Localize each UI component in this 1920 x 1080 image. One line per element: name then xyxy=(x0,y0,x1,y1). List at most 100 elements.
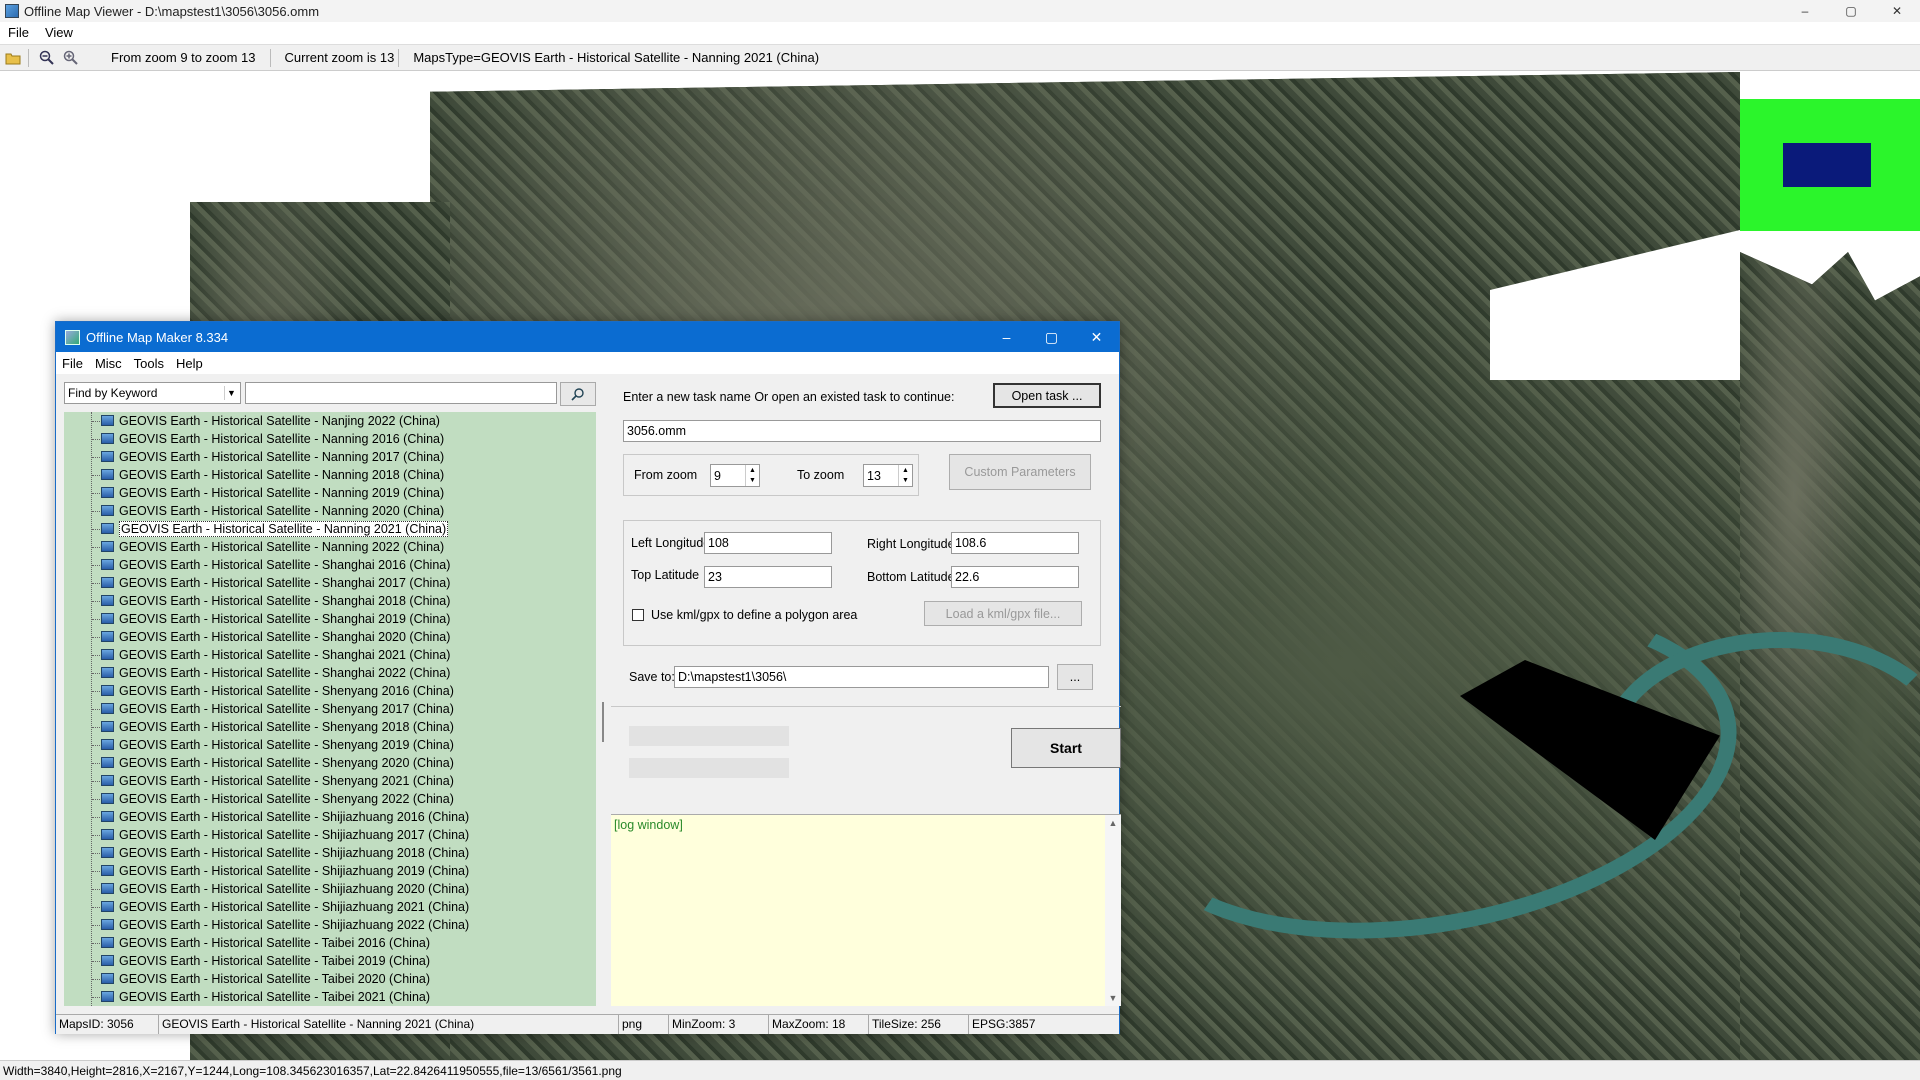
tree-item[interactable]: GEOVIS Earth - Historical Satellite - Ta… xyxy=(64,988,596,1006)
right-longitude-input[interactable]: 108.6 xyxy=(951,532,1079,554)
spin-arrows-icon[interactable]: ▲ ▼ xyxy=(745,465,759,486)
menu-view[interactable]: View xyxy=(37,25,81,40)
minimize-icon[interactable]: – xyxy=(1782,0,1828,22)
tree-item[interactable]: GEOVIS Earth - Historical Satellite - Na… xyxy=(64,412,596,430)
tree-item[interactable]: GEOVIS Earth - Historical Satellite - Na… xyxy=(64,484,596,502)
save-to-input[interactable]: D:\mapstest1\3056\ xyxy=(674,666,1049,688)
tree-item[interactable]: GEOVIS Earth - Historical Satellite - Sh… xyxy=(64,754,596,772)
tree-item-label: GEOVIS Earth - Historical Satellite - Sh… xyxy=(119,774,454,788)
tree-item[interactable]: GEOVIS Earth - Historical Satellite - Sh… xyxy=(64,844,596,862)
zoom-out-icon[interactable] xyxy=(35,47,57,69)
kml-polygon-checkbox[interactable] xyxy=(632,609,644,621)
tree-item[interactable]: GEOVIS Earth - Historical Satellite - Na… xyxy=(64,466,596,484)
overview-map[interactable] xyxy=(1740,99,1920,231)
tree-item[interactable]: GEOVIS Earth - Historical Satellite - Sh… xyxy=(64,646,596,664)
tree-item[interactable]: GEOVIS Earth - Historical Satellite - Sh… xyxy=(64,808,596,826)
tree-item[interactable]: GEOVIS Earth - Historical Satellite - Sh… xyxy=(64,682,596,700)
tree-item[interactable]: GEOVIS Earth - Historical Satellite - Sh… xyxy=(64,898,596,916)
tree-item[interactable]: GEOVIS Earth - Historical Satellite - Sh… xyxy=(64,736,596,754)
tree-item[interactable]: GEOVIS Earth - Historical Satellite - Ta… xyxy=(64,970,596,988)
menu-file[interactable]: File xyxy=(0,25,37,40)
custom-parameters-button[interactable]: Custom Parameters xyxy=(949,454,1091,490)
tree-item[interactable]: GEOVIS Earth - Historical Satellite - Sh… xyxy=(64,790,596,808)
overview-viewport-rect[interactable] xyxy=(1783,143,1871,187)
scroll-up-icon[interactable]: ▲ xyxy=(1109,818,1118,828)
bottom-latitude-input[interactable]: 22.6 xyxy=(951,566,1079,588)
tree-item[interactable]: GEOVIS Earth - Historical Satellite - Na… xyxy=(64,520,596,538)
status-min-zoom: MinZoom: 3 xyxy=(669,1015,769,1034)
tree-item-label: GEOVIS Earth - Historical Satellite - Na… xyxy=(119,504,445,518)
task-prompt-label: Enter a new task name Or open an existed… xyxy=(623,390,955,404)
menu-file[interactable]: File xyxy=(56,356,89,371)
search-mode-select[interactable]: Find by Keyword ▼ xyxy=(64,382,241,404)
maximize-icon[interactable]: ▢ xyxy=(1029,322,1074,352)
minimize-icon[interactable]: – xyxy=(984,322,1029,352)
tree-item[interactable]: GEOVIS Earth - Historical Satellite - Sh… xyxy=(64,718,596,736)
maps-tree[interactable]: GEOVIS Earth - Historical Satellite - Na… xyxy=(64,412,596,1006)
zoom-range-text: From zoom 9 to zoom 13 xyxy=(111,50,256,65)
close-icon[interactable]: ✕ xyxy=(1074,322,1119,352)
tree-item[interactable]: GEOVIS Earth - Historical Satellite - Ta… xyxy=(64,952,596,970)
tree-item[interactable]: GEOVIS Earth - Historical Satellite - Na… xyxy=(64,430,596,448)
map-layer-icon xyxy=(101,829,114,840)
tree-item[interactable]: GEOVIS Earth - Historical Satellite - Sh… xyxy=(64,880,596,898)
log-scrollbar[interactable]: ▲ ▼ xyxy=(1105,815,1121,1006)
tree-item-label: GEOVIS Earth - Historical Satellite - Sh… xyxy=(119,720,454,734)
tree-item-label: GEOVIS Earth - Historical Satellite - Sh… xyxy=(119,864,470,878)
tree-item[interactable]: GEOVIS Earth - Historical Satellite - Na… xyxy=(64,538,596,556)
start-button[interactable]: Start xyxy=(1011,728,1121,768)
from-zoom-stepper[interactable]: 9 ▲ ▼ xyxy=(710,464,760,487)
scroll-down-icon[interactable]: ▼ xyxy=(1109,993,1118,1003)
keyword-input[interactable] xyxy=(245,382,557,404)
tree-item[interactable]: GEOVIS Earth - Historical Satellite - Sh… xyxy=(64,592,596,610)
top-latitude-input[interactable]: 23 xyxy=(704,566,832,588)
tree-item[interactable]: GEOVIS Earth - Historical Satellite - Sh… xyxy=(64,916,596,934)
open-task-button[interactable]: Open task ... xyxy=(993,383,1101,408)
tree-item[interactable]: GEOVIS Earth - Historical Satellite - Ta… xyxy=(64,934,596,952)
log-text: [log window] xyxy=(614,818,683,832)
task-name-input[interactable]: 3056.omm xyxy=(623,420,1101,442)
menu-misc[interactable]: Misc xyxy=(89,356,128,371)
map-layer-icon xyxy=(101,505,114,516)
tree-item-label: GEOVIS Earth - Historical Satellite - Na… xyxy=(119,521,449,537)
spin-arrows-icon[interactable]: ▲ ▼ xyxy=(898,465,912,486)
tree-item[interactable]: GEOVIS Earth - Historical Satellite - Sh… xyxy=(64,574,596,592)
map-layer-icon xyxy=(101,469,114,480)
menu-help[interactable]: Help xyxy=(170,356,209,371)
status-maps-id: MapsID: 3056 xyxy=(56,1015,159,1034)
browse-folder-button[interactable]: ... xyxy=(1057,664,1093,690)
to-zoom-stepper[interactable]: 13 ▲ ▼ xyxy=(863,464,913,487)
load-kml-button[interactable]: Load a kml/gpx file... xyxy=(924,601,1082,626)
from-zoom-value: 9 xyxy=(714,468,721,483)
pane-splitter[interactable] xyxy=(602,702,604,742)
tree-item[interactable]: GEOVIS Earth - Historical Satellite - Sh… xyxy=(64,772,596,790)
tree-item-label: GEOVIS Earth - Historical Satellite - Sh… xyxy=(119,810,470,824)
status-tile-size: TileSize: 256 xyxy=(869,1015,969,1034)
tree-item[interactable]: GEOVIS Earth - Historical Satellite - Sh… xyxy=(64,628,596,646)
tree-item[interactable]: GEOVIS Earth - Historical Satellite - Sh… xyxy=(64,862,596,880)
divider xyxy=(611,706,1121,707)
map-layer-icon xyxy=(101,973,114,984)
menu-tools[interactable]: Tools xyxy=(128,356,170,371)
left-longitude-label: Left Longitude xyxy=(631,536,711,550)
map-layer-icon xyxy=(101,523,114,534)
tree-item[interactable]: GEOVIS Earth - Historical Satellite - Sh… xyxy=(64,700,596,718)
tree-item[interactable]: GEOVIS Earth - Historical Satellite - Sh… xyxy=(64,826,596,844)
restore-icon[interactable]: ▢ xyxy=(1828,0,1874,22)
map-layer-icon xyxy=(101,937,114,948)
tree-item[interactable]: GEOVIS Earth - Historical Satellite - Na… xyxy=(64,448,596,466)
open-folder-icon[interactable] xyxy=(2,47,24,69)
tree-item-label: GEOVIS Earth - Historical Satellite - Sh… xyxy=(119,738,454,752)
tree-item[interactable]: GEOVIS Earth - Historical Satellite - Sh… xyxy=(64,556,596,574)
zoom-in-icon[interactable] xyxy=(59,47,81,69)
tree-item[interactable]: GEOVIS Earth - Historical Satellite - Sh… xyxy=(64,610,596,628)
search-button[interactable] xyxy=(560,382,596,406)
chevron-down-icon[interactable]: ▼ xyxy=(224,386,238,400)
tree-item-label: GEOVIS Earth - Historical Satellite - Sh… xyxy=(119,846,470,860)
tree-item-label: GEOVIS Earth - Historical Satellite - Na… xyxy=(119,450,445,464)
tree-item[interactable]: GEOVIS Earth - Historical Satellite - Sh… xyxy=(64,664,596,682)
tree-item[interactable]: GEOVIS Earth - Historical Satellite - Na… xyxy=(64,502,596,520)
left-longitude-input[interactable]: 108 xyxy=(704,532,832,554)
log-window[interactable]: [log window] ▲ ▼ xyxy=(611,814,1121,1006)
close-icon[interactable]: ✕ xyxy=(1874,0,1920,22)
